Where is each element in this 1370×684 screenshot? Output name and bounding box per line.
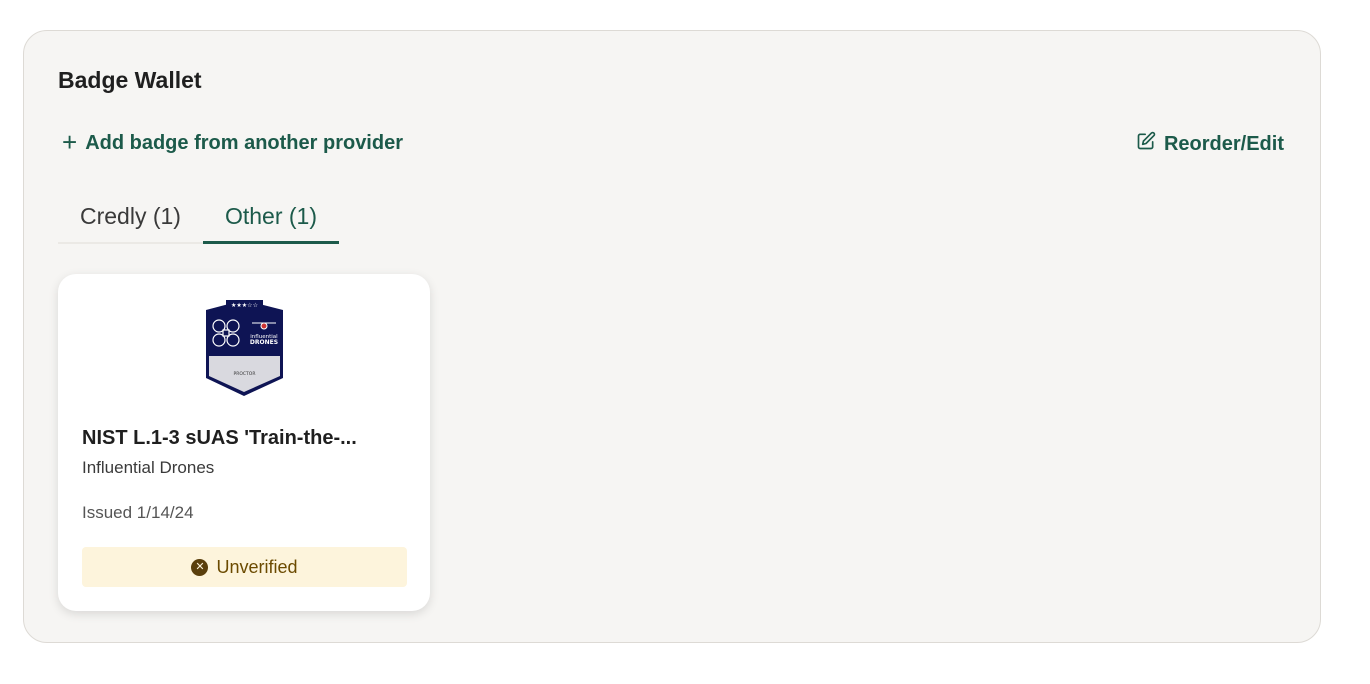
tab-other[interactable]: Other (1) xyxy=(202,191,340,244)
add-badge-button[interactable]: + Add badge from another provider xyxy=(62,127,403,157)
badge-name: NIST L.1-3 sUAS 'Train-the-... xyxy=(82,427,357,449)
edit-icon xyxy=(1136,131,1156,157)
badge-issued-date: Issued 1/14/24 xyxy=(82,503,194,522)
status-label: Unverified xyxy=(216,556,298,577)
status-badge: ✕ Unverified xyxy=(82,547,407,587)
badge-role: PROCTOR xyxy=(234,371,256,377)
badge-brand-line2: DRONES xyxy=(250,339,278,346)
reorder-edit-button[interactable]: Reorder/Edit xyxy=(1136,131,1284,157)
tab-credly[interactable]: Credly (1) xyxy=(58,191,203,242)
badge-issuer: Influential Drones xyxy=(82,458,215,477)
badge-card[interactable]: ★★★☆☆ influential DRONES PROCTOR NIST L.… xyxy=(58,274,430,611)
badge-wallet-panel: Badge Wallet + Add badge from another pr… xyxy=(23,30,1321,643)
reorder-edit-label: Reorder/Edit xyxy=(1163,132,1284,155)
close-circle-icon: ✕ xyxy=(191,558,209,576)
plus-icon: + xyxy=(62,127,78,157)
badge-image: ★★★☆☆ influential DRONES PROCTOR xyxy=(206,300,283,396)
add-badge-label: Add badge from another provider xyxy=(85,131,403,154)
badge-stars: ★★★☆☆ xyxy=(231,302,258,309)
page-title: Badge Wallet xyxy=(58,67,202,93)
provider-tabs: Credly (1) Other (1) xyxy=(58,191,340,244)
